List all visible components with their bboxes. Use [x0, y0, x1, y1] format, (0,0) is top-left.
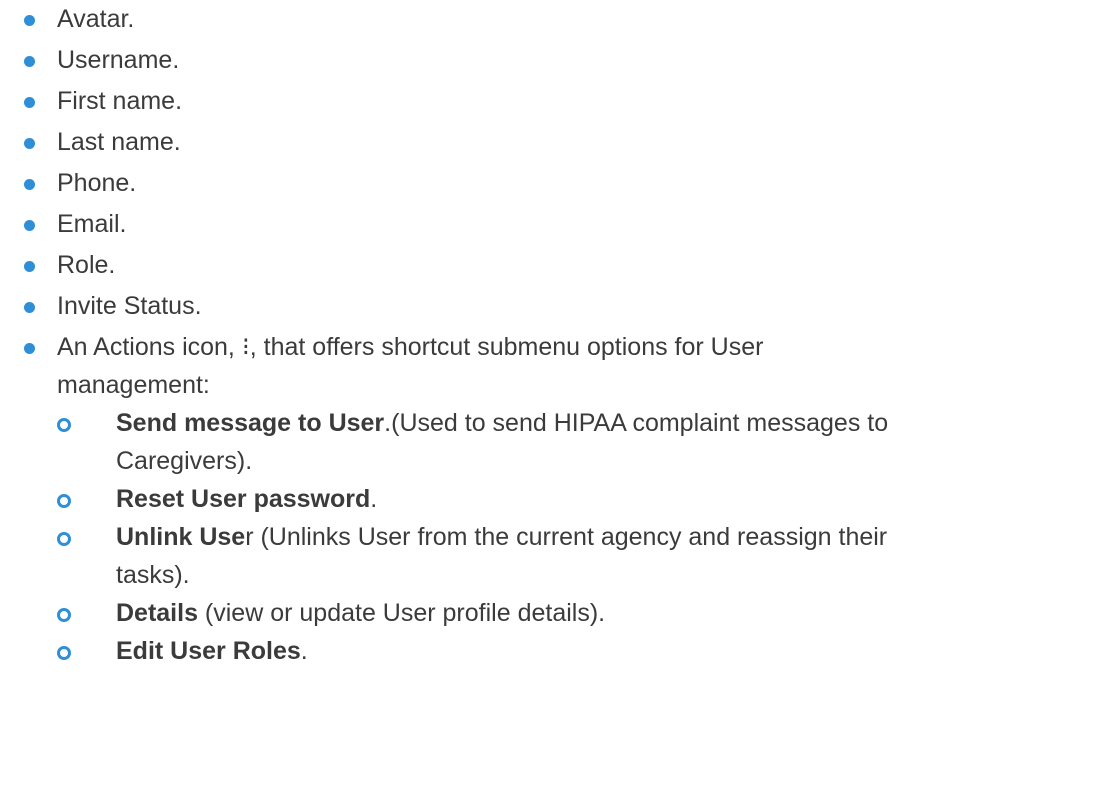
circle-bullet-icon: [57, 608, 71, 622]
bullet-icon: [24, 56, 35, 67]
sub-item-bold: Reset User password: [116, 485, 371, 513]
bullet-icon: [24, 138, 35, 149]
sub-list-item: Unlink User (Unlinks User from the curre…: [57, 518, 1080, 594]
list-item: Phone.: [0, 164, 1080, 205]
actions-intro-line1: An Actions icon, ⁝, that offers shortcut…: [57, 333, 764, 361]
list-item: Last name.: [0, 123, 1080, 164]
sub-item-bold: Unlink Use: [116, 523, 246, 551]
sub-item-rest: .: [300, 637, 308, 665]
circle-bullet-icon: [57, 532, 71, 546]
list-item-label: Email.: [57, 210, 127, 238]
circle-bullet-icon: [57, 418, 71, 432]
sub-item-rest: .: [370, 485, 378, 513]
sub-item-rest: .(Used to send HIPAA complaint messages …: [384, 409, 889, 437]
user-fields-list: Avatar. Username. First name. Last name.…: [0, 0, 1080, 670]
sub-item-rest: (view or update User profile details).: [197, 599, 606, 627]
list-item: Role.: [0, 246, 1080, 287]
sub-item-bold: Details: [116, 599, 198, 627]
list-item: First name.: [0, 82, 1080, 123]
bullet-icon: [24, 343, 35, 354]
sub-list-item: Edit User Roles.: [57, 632, 1080, 670]
sub-item-bold: Edit User Roles: [116, 637, 301, 665]
list-item-label: Avatar.: [57, 5, 135, 33]
list-item-label: Phone.: [57, 169, 137, 197]
list-item: Invite Status.: [0, 287, 1080, 328]
actions-intro-line2: management:: [57, 371, 210, 399]
list-item-label: Last name.: [57, 128, 181, 156]
list-item: Username.: [0, 41, 1080, 82]
circle-bullet-icon: [57, 494, 71, 508]
sub-item-rest-line2: Caregivers).: [116, 447, 253, 475]
sub-list-item: Details (view or update User profile det…: [57, 594, 1080, 632]
actions-submenu-list: Send message to User.(Used to send HIPAA…: [57, 404, 1080, 670]
list-item-label: Username.: [57, 46, 180, 74]
circle-bullet-icon: [57, 646, 71, 660]
sub-list-item: Reset User password.: [57, 480, 1080, 518]
sub-item-rest: r (Unlinks User from the current agency …: [245, 523, 888, 551]
list-item: Email.: [0, 205, 1080, 246]
bullet-icon: [24, 15, 35, 26]
sub-item-rest-line2: tasks).: [116, 561, 190, 589]
sub-list-item: Send message to User.(Used to send HIPAA…: [57, 404, 1080, 480]
bullet-icon: [24, 261, 35, 272]
bullet-icon: [24, 97, 35, 108]
bullet-icon: [24, 302, 35, 313]
list-item-label: Invite Status.: [57, 292, 202, 320]
list-item-actions: An Actions icon, ⁝, that offers shortcut…: [0, 328, 1080, 670]
list-item-label: Role.: [57, 251, 116, 279]
document-page: Avatar. Username. First name. Last name.…: [0, 0, 1097, 800]
list-item: Avatar.: [0, 0, 1080, 41]
bullet-icon: [24, 179, 35, 190]
list-item-label: First name.: [57, 87, 183, 115]
bullet-icon: [24, 220, 35, 231]
sub-item-bold: Send message to User: [116, 409, 385, 437]
